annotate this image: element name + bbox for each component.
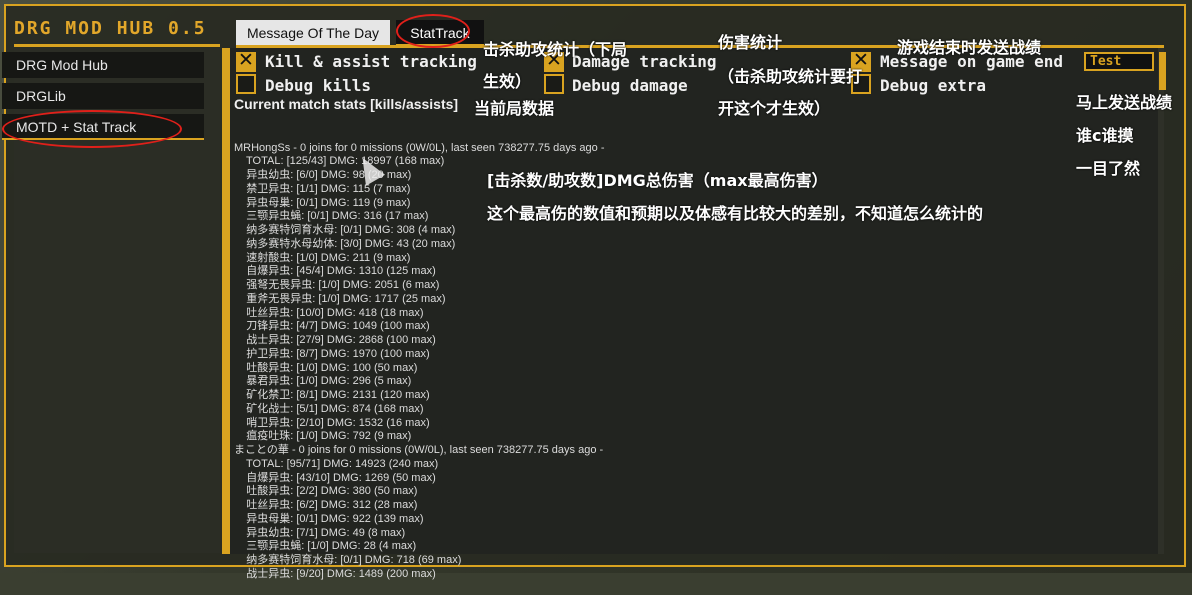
hub-title: DRG MOD HUB 0.5 [14,18,207,39]
stats-line: 战士异虫: [9/20] DMG: 1489 (200 max) [234,567,436,580]
stats-line: 三颚异虫蝇: [1/0] DMG: 28 (4 max) [234,540,417,553]
stats-line: 哨卫异虫: [2/10] DMG: 1532 (16 max) [234,416,430,429]
stats-line: 自爆异虫: [43/10] DMG: 1269 (50 max) [234,471,436,484]
stats-line: 暴君异虫: [1/0] DMG: 296 (5 max) [234,375,412,388]
stats-line: 护卫异虫: [8/7] DMG: 1970 (100 max) [234,347,430,360]
kill-tracking-label: Kill & assist tracking [265,52,477,71]
stats-line: 异虫幼虫: [7/1] DMG: 49 (8 max) [234,526,406,539]
content-accent-bar [222,48,230,554]
stats-line: まことの華 - 0 joins for 0 missions (0W/0L), … [234,444,604,456]
debug-kills-checkbox[interactable] [236,74,256,94]
red-circle-stattrack [396,14,470,48]
stats-line: 吐酸异虫: [2/2] DMG: 380 (50 max) [234,485,418,498]
stats-line: 吐酸异虫: [1/0] DMG: 100 (50 max) [234,361,418,374]
stats-line: 自爆异虫: [45/4] DMG: 1310 (125 max) [234,265,436,278]
annotation-send-now: 马上发送战绩 [1076,93,1173,112]
test-button[interactable]: Test [1084,52,1154,71]
scrollbar-thumb[interactable] [1159,52,1166,90]
stats-line: MRHongSs - 0 joins for 0 missions (0W/0L… [234,141,605,154]
stats-title: Current match stats [kills/assists] [234,96,459,112]
annotation-current: 当前局数据 [474,99,555,118]
annotation-who-slack: 谁c谁摸 [1076,126,1134,145]
debug-kills-label: Debug kills [265,76,371,95]
stats-line: 重斧无畏异虫: [1/0] DMG: 1717 (25 max) [234,292,446,305]
stats-line: 瘟疫吐珠: [1/0] DMG: 792 (9 max) [234,430,412,443]
stats-line: 矿化禁卫: [8/1] DMG: 2131 (120 max) [234,389,430,401]
stats-line: 矿化战士: [5/1] DMG: 874 (168 max) [234,402,424,415]
stats-line: 纳多赛特饲育水母: [0/1] DMG: 718 (69 max) [234,554,462,566]
sidebar-item-drglib[interactable]: DRGLib [2,83,204,109]
sidebar-item-drg-mod-hub[interactable]: DRG Mod Hub [2,52,204,78]
debug-damage-label: Debug damage [572,76,688,95]
debug-damage-checkbox[interactable] [544,74,564,94]
annotation-damage-2: （击杀助攻统计要打 [718,67,863,86]
stats-line: TOTAL: [95/71] DMG: 14923 (240 max) [234,457,439,470]
annotation-damage-3: 开这个才生效） [718,99,831,118]
annotation-end-msg: 游戏结束时发送战绩 [897,38,1042,57]
debug-extra-label: Debug extra [880,76,986,95]
check-x-icon: ✕ [238,49,254,71]
annotation-kills-1: 击杀助攻统计（下局 [483,40,628,59]
annotation-damage-1: 伤害统计 [718,33,783,52]
red-circle-sidebar [2,110,182,148]
stats-line: 速射酸虫: [1/0] DMG: 211 (9 max) [234,251,411,264]
annotation-format: [击杀数/助攻数]DMG总伤害（max最高伤害） [487,171,828,190]
annotation-clear: 一目了然 [1076,159,1141,178]
annotation-kills-2: 生效） [483,72,532,91]
stats-line: 纳多赛特饲育水母: [0/1] DMG: 308 (4 max) [234,224,456,236]
stats-line: 异虫母巢: [0/1] DMG: 922 (139 max) [234,512,424,525]
tab-message-of-the-day[interactable]: Message Of The Day [236,20,390,46]
kill-tracking-checkbox[interactable]: ✕ [236,49,256,72]
stats-line: 刀锋异虫: [4/7] DMG: 1049 (100 max) [234,320,430,333]
annotation-note: 这个最高伤的数值和预期以及体感有比较大的差别，不知道怎么统计的 [487,204,984,223]
stats-line: 战士异虫: [27/9] DMG: 2868 (100 max) [234,334,436,346]
stats-line: 吐丝异虫: [10/0] DMG: 418 (18 max) [234,306,424,319]
stats-line: 纳多赛特水母幼体: [3/0] DMG: 43 (20 max) [234,237,456,250]
stats-line: 强弩无畏异虫: [1/0] DMG: 2051 (6 max) [234,279,440,291]
sidebar-top-line [14,44,220,47]
stats-line: 吐丝异虫: [6/2] DMG: 312 (28 max) [234,499,418,511]
scrollbar-track[interactable] [1158,48,1164,554]
